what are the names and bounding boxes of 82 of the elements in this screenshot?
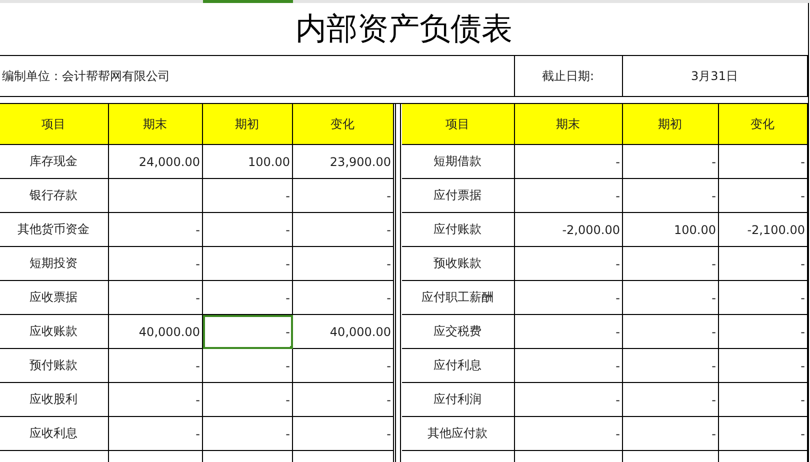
date-cell: 3月31日 — [623, 56, 808, 97]
table-cell: - — [293, 213, 394, 247]
table-cell: -2,000.00 — [515, 213, 623, 247]
table-cell: - — [623, 179, 719, 213]
table-cell: - — [719, 179, 808, 213]
table-cell: - — [109, 349, 203, 383]
column-header: 期初 — [203, 104, 293, 145]
table-cell: - — [719, 315, 808, 349]
table-cell: - — [623, 145, 719, 179]
table-cell: - — [515, 417, 623, 451]
table-cell: 短期借款 — [402, 145, 515, 179]
table-cell: - — [293, 281, 394, 315]
table-cell: - — [719, 383, 808, 417]
column-header: 期末 — [515, 104, 623, 145]
table-cell: - — [623, 281, 719, 315]
table-cell: - — [109, 417, 203, 451]
table-cell: - — [515, 145, 623, 179]
table-cell: 应收股利 — [0, 383, 109, 417]
table-cell: 银行存款 — [0, 179, 109, 213]
table-cell: 库存现金 — [0, 145, 109, 179]
table-cell: - — [719, 145, 808, 179]
table-cell: - — [203, 349, 293, 383]
table-cell: - — [515, 315, 623, 349]
table-cell: 预付账款 — [0, 349, 109, 383]
table-cell: 应付票据 — [402, 179, 515, 213]
table-cell: 应付职工薪酬 — [402, 281, 515, 315]
table-cell: - — [293, 349, 394, 383]
date-label-cell: 截止日期: — [515, 56, 623, 97]
column-header: 变化 — [719, 104, 808, 145]
table-cell: - — [109, 281, 203, 315]
table-cell: 100.00 — [623, 213, 719, 247]
table-cell: 其他货币资金 — [0, 213, 109, 247]
table-cell: 应收利息 — [0, 417, 109, 451]
table-cell: - — [293, 247, 394, 281]
table-cell: - — [203, 281, 293, 315]
organization-cell: 编制单位：会计帮帮网有限公司 — [0, 56, 515, 97]
table-cell: - — [515, 349, 623, 383]
table-cell: 预收账款 — [402, 247, 515, 281]
table-cell: - — [623, 349, 719, 383]
table-cell: - — [293, 179, 394, 213]
table-cell: 40,000.00 — [293, 315, 394, 349]
table-cell: - — [109, 213, 203, 247]
column-header: 项目 — [402, 104, 515, 145]
table-cell: - — [623, 383, 719, 417]
table-cell: 100.00 — [203, 145, 293, 179]
table-cell: 应付利息 — [402, 349, 515, 383]
table-cell: - — [515, 179, 623, 213]
table-cell: - — [203, 383, 293, 417]
table-cell: - — [623, 315, 719, 349]
table-cell: - — [623, 247, 719, 281]
selected-table-cell: - — [203, 315, 293, 349]
table-cell: 短期投资 — [0, 247, 109, 281]
table-cell: 应交税费 — [402, 315, 515, 349]
column-header: 变化 — [293, 104, 394, 145]
table-cell: 应付利润 — [402, 383, 515, 417]
table-cell: - — [719, 281, 808, 315]
table-cell: 23,900.00 — [293, 145, 394, 179]
table-cell: - — [203, 247, 293, 281]
table-cell: - — [719, 417, 808, 451]
table-cell: 应收票据 — [0, 281, 109, 315]
table-cell: - — [203, 213, 293, 247]
table-cell: - — [293, 417, 394, 451]
table-cell: 其他应付款 — [402, 417, 515, 451]
table-cell: - — [109, 383, 203, 417]
column-header: 期初 — [623, 104, 719, 145]
table-cell: 应收账款 — [0, 315, 109, 349]
column-header: 期末 — [109, 104, 203, 145]
table-cell: -2,100.00 — [719, 213, 808, 247]
table-cell: 40,000.00 — [109, 315, 203, 349]
table-cell: - — [203, 179, 293, 213]
table-cell: - — [109, 247, 203, 281]
table-cell: - — [515, 247, 623, 281]
table-cell: 应付账款 — [402, 213, 515, 247]
table-cell: - — [293, 383, 394, 417]
table-cell: - — [515, 383, 623, 417]
table-cell: - — [515, 281, 623, 315]
table-cell: - — [719, 247, 808, 281]
column-header: 项目 — [0, 104, 109, 145]
table-cell: - — [203, 417, 293, 451]
table-cell: 24,000.00 — [109, 145, 203, 179]
table-cell: - — [719, 349, 808, 383]
table-cell: - — [623, 417, 719, 451]
